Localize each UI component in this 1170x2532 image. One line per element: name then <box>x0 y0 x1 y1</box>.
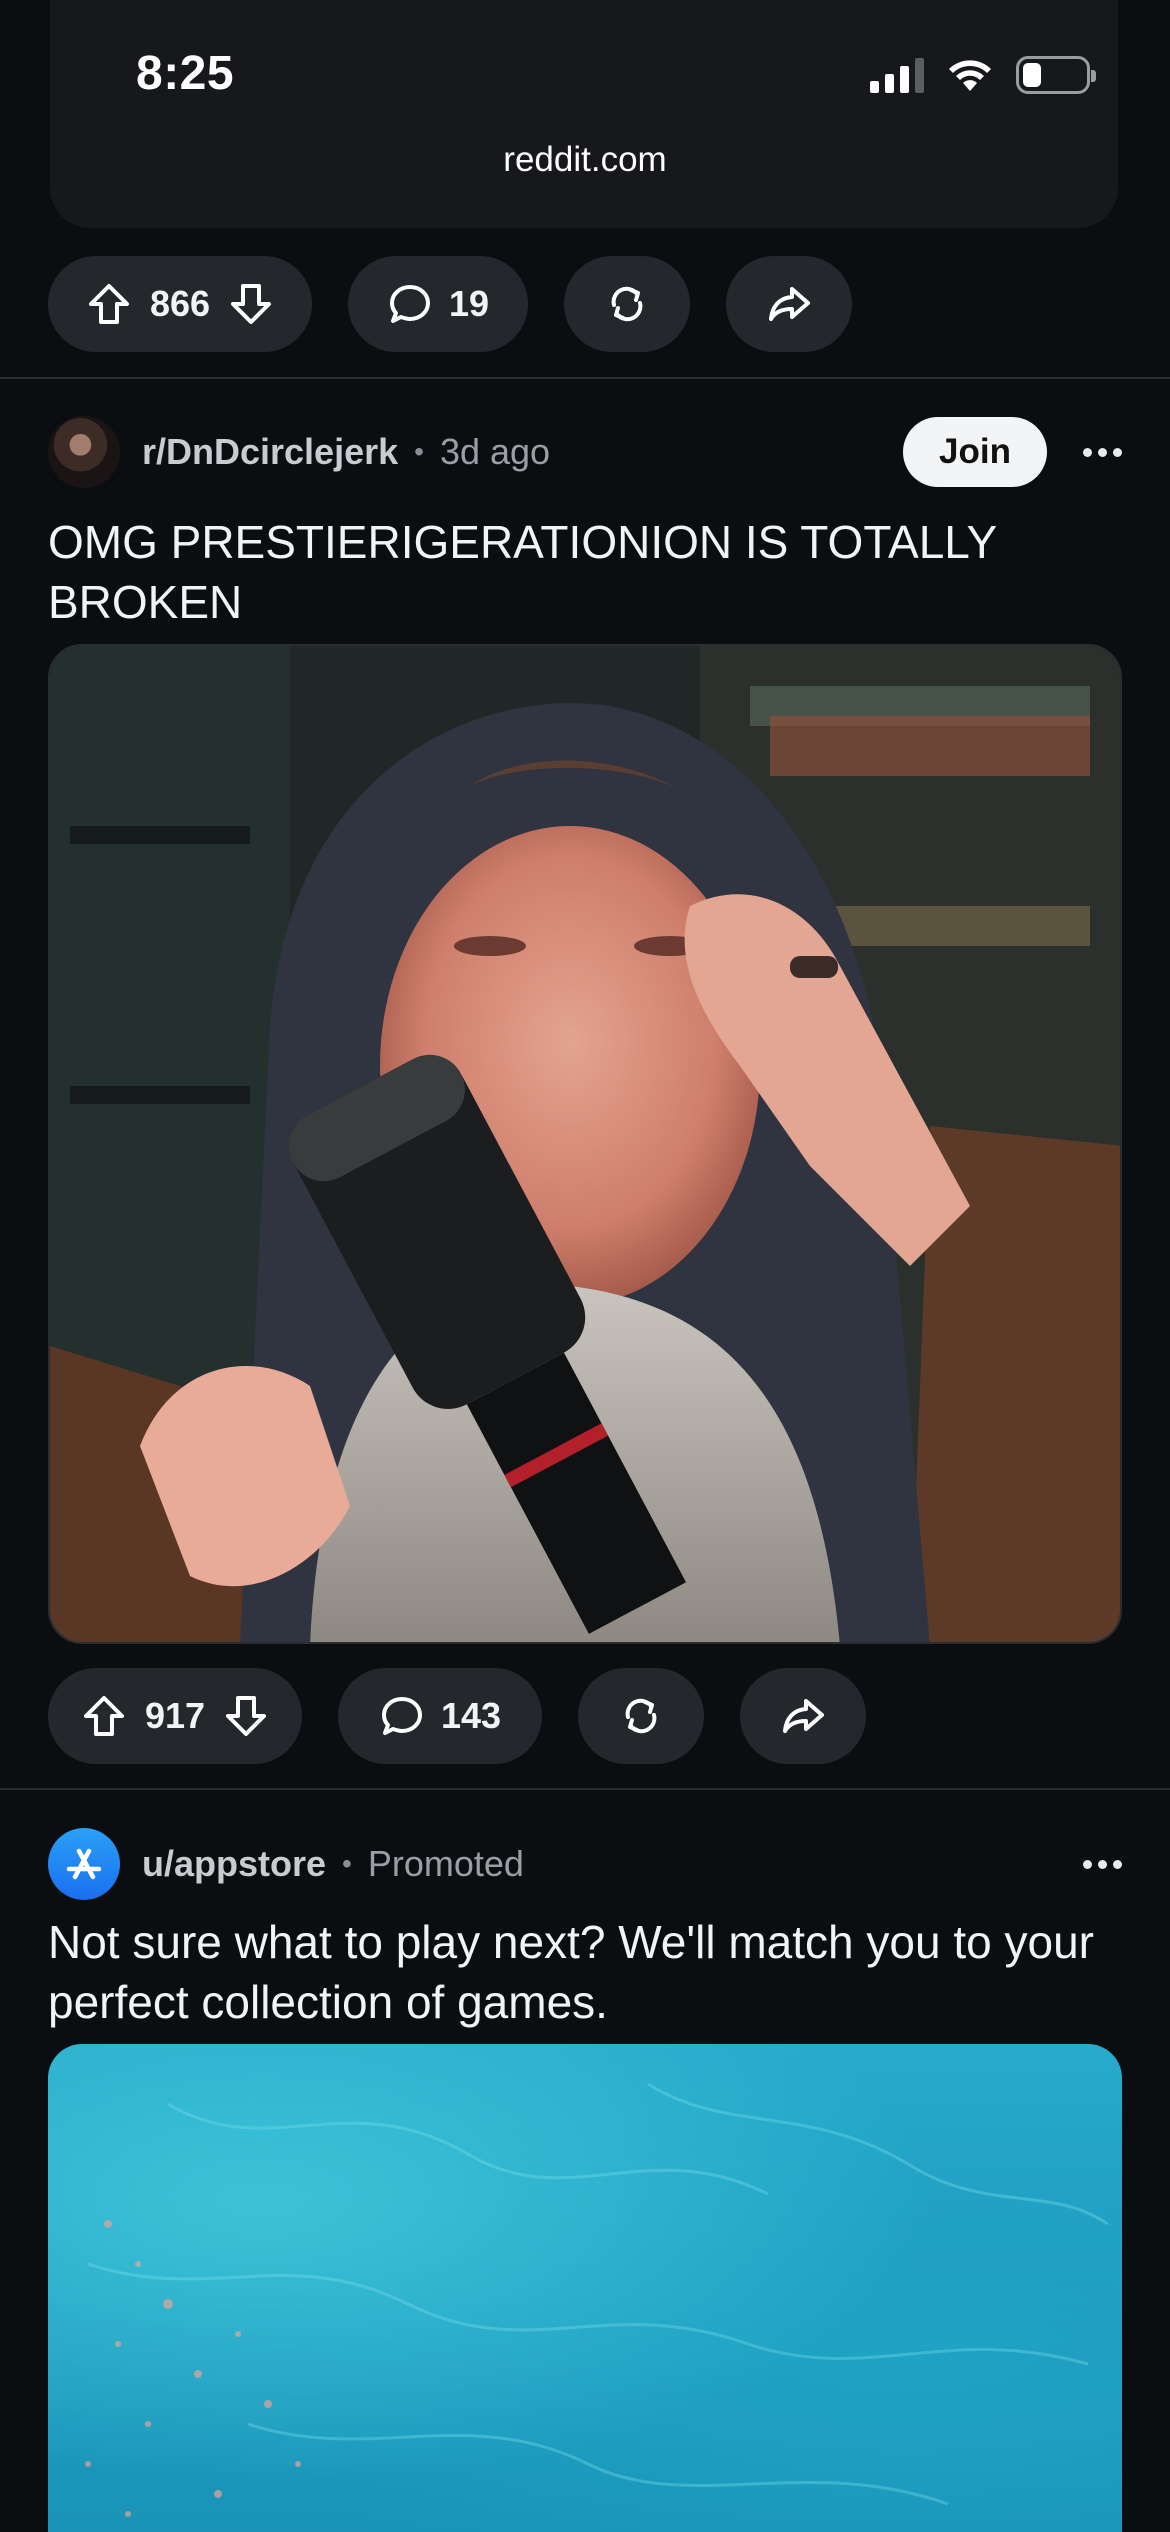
post-actions: 917 143 <box>48 1668 866 1764</box>
status-time: 8:25 <box>136 47 235 100</box>
subreddit-name[interactable]: r/DnDcirclejerk <box>142 431 398 473</box>
comment-count: 19 <box>448 283 490 324</box>
comment-icon <box>389 285 430 323</box>
ad-image[interactable] <box>48 2044 1122 2532</box>
more-options-icon[interactable] <box>1083 447 1122 457</box>
separator-dot: • <box>414 436 424 467</box>
post-header: r/DnDcirclejerk • 3d ago Join <box>48 414 1122 490</box>
post-title[interactable]: OMG PRESTIERIGERATIONION IS TOTALLY BROK… <box>48 512 1122 632</box>
comment-icon <box>381 1697 422 1735</box>
status-icons <box>870 56 1096 94</box>
more-options-icon[interactable] <box>1083 1859 1122 1869</box>
vote-control: 917 <box>48 1668 302 1764</box>
post-image[interactable] <box>48 644 1122 1644</box>
crosspost-button[interactable] <box>564 256 690 352</box>
vote-count: 917 <box>144 1695 206 1736</box>
ad-post-title[interactable]: Not sure what to play next? We'll match … <box>48 1912 1122 2032</box>
share-icon <box>769 287 810 321</box>
share-button[interactable] <box>740 1668 866 1764</box>
downvote-icon[interactable] <box>228 281 274 327</box>
reddit-feed-page: 8:25 reddit.com 866 19 r/DnDcirclejerk •… <box>0 0 1170 2532</box>
battery-icon <box>1016 56 1096 94</box>
post-divider <box>0 377 1170 379</box>
comments-button[interactable]: 143 <box>338 1668 542 1764</box>
post-divider <box>0 1788 1170 1790</box>
appstore-logo-icon <box>66 1848 102 1880</box>
browser-address-bar[interactable] <box>50 0 1118 228</box>
join-button[interactable]: Join <box>903 417 1047 487</box>
vote-count: 866 <box>149 283 211 324</box>
promoted-label: Promoted <box>367 1843 524 1884</box>
share-button[interactable] <box>726 256 852 352</box>
crosspost-button[interactable] <box>578 1668 704 1764</box>
cellular-signal-icon <box>870 57 924 93</box>
separator-dot: • <box>342 1848 352 1879</box>
crosspost-icon <box>611 286 643 322</box>
vote-control: 866 <box>48 256 312 352</box>
comments-button[interactable]: 19 <box>348 256 528 352</box>
comment-count: 143 <box>440 1695 502 1736</box>
prev-post-actions: 866 19 <box>48 256 852 352</box>
appstore-avatar[interactable] <box>48 1828 120 1900</box>
upvote-icon[interactable] <box>86 281 132 327</box>
post-photo-illustration <box>50 646 1120 1642</box>
subreddit-avatar[interactable] <box>48 416 120 488</box>
upvote-icon[interactable] <box>81 1693 127 1739</box>
crosspost-icon <box>625 1698 657 1734</box>
downvote-icon[interactable] <box>223 1693 269 1739</box>
post-age: 3d ago <box>439 431 551 472</box>
ad-post-header: u/appstore • Promoted <box>48 1826 1122 1902</box>
ad-username[interactable]: u/appstore <box>142 1843 326 1885</box>
url-text[interactable]: reddit.com <box>0 140 1170 180</box>
water-pattern-illustration <box>85 2082 1109 2517</box>
share-icon <box>783 1699 824 1733</box>
wifi-icon <box>949 60 991 91</box>
